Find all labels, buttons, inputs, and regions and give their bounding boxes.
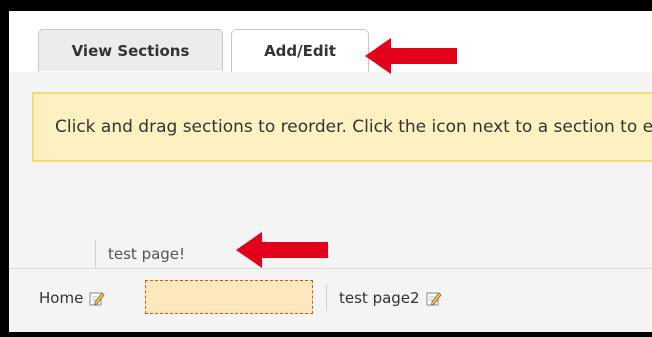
dragged-section-label: test page! — [108, 245, 186, 263]
red-arrow-icon — [365, 38, 457, 74]
content-area: View Sections Add/Edit Click and drag se… — [9, 11, 652, 332]
section-item-home[interactable]: Home — [39, 285, 105, 311]
section-list: Home test page2 — [9, 268, 652, 329]
instruction-notice: Click and drag sections to reorder. Clic… — [32, 92, 652, 162]
dragged-section-item[interactable]: test page! — [95, 240, 185, 268]
screenshot-frame: View Sections Add/Edit Click and drag se… — [0, 0, 652, 337]
edit-icon[interactable] — [426, 290, 442, 306]
tab-view-sections[interactable]: View Sections — [38, 29, 223, 71]
tab-panel: Click and drag sections to reorder. Clic… — [9, 72, 652, 332]
drop-placeholder — [145, 280, 313, 314]
red-arrow-icon — [236, 232, 328, 268]
section-page2-label: test page2 — [339, 289, 420, 307]
tab-add-edit[interactable]: Add/Edit — [231, 29, 369, 72]
section-item-test-page2[interactable]: test page2 — [326, 285, 442, 311]
edit-icon[interactable] — [89, 290, 105, 306]
notice-text: Click and drag sections to reorder. Clic… — [55, 117, 652, 137]
tab-bar: View Sections Add/Edit — [9, 11, 652, 73]
tab-add-edit-label: Add/Edit — [264, 42, 336, 60]
tab-view-sections-label: View Sections — [71, 41, 190, 60]
section-home-label: Home — [39, 289, 84, 307]
